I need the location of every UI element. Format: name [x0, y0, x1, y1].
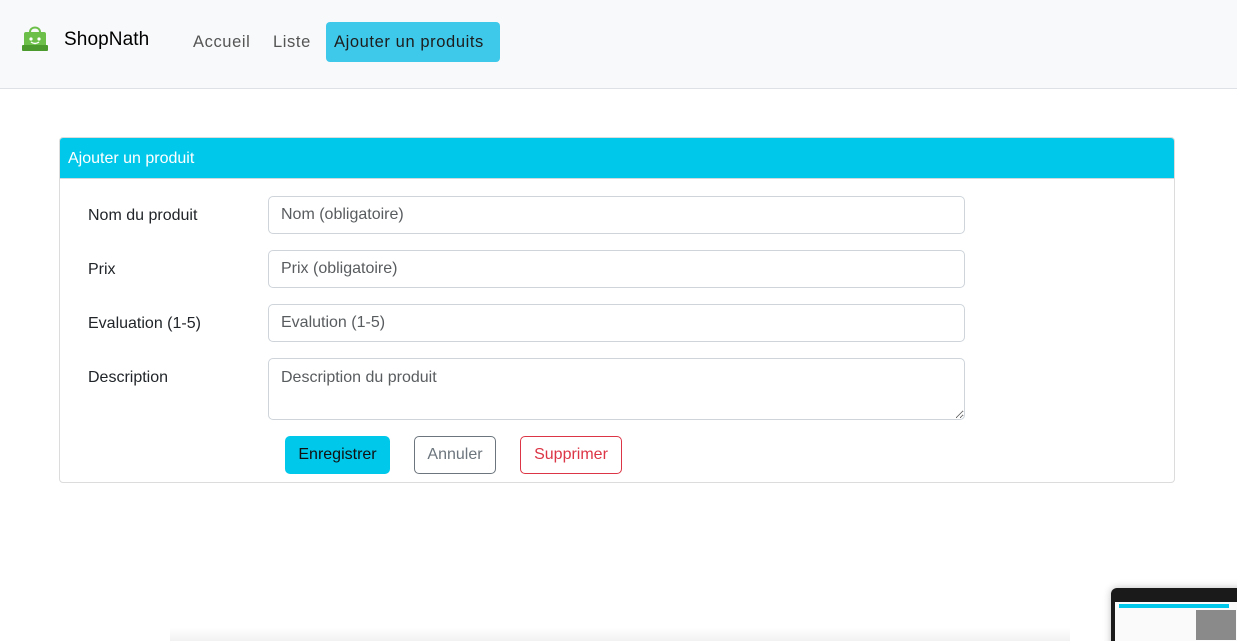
thumbnail-header-bar: [1119, 604, 1229, 608]
price-label: Prix: [88, 261, 116, 278]
product-name-label: Nom du produit: [88, 207, 198, 224]
rating-label: Evaluation (1-5): [88, 315, 201, 332]
delete-button[interactable]: Supprimer: [520, 436, 622, 474]
navbar: ShopNath Accueil Liste Ajouter un produi…: [0, 0, 1237, 89]
nav-link-liste[interactable]: Liste: [265, 22, 319, 62]
nav-link-ajouter-produits[interactable]: Ajouter un produits: [326, 22, 500, 62]
description-textarea[interactable]: [268, 358, 965, 420]
cancel-button[interactable]: Annuler: [414, 436, 496, 474]
price-input[interactable]: [268, 250, 965, 288]
description-label: Description: [88, 369, 169, 386]
shopping-bag-icon[interactable]: [22, 23, 48, 53]
nav-link-accueil[interactable]: Accueil: [185, 22, 258, 62]
save-button[interactable]: Enregistrer: [285, 436, 390, 474]
product-name-input[interactable]: [268, 196, 965, 234]
screenshot-thumbnail[interactable]: [1111, 588, 1237, 641]
brand-name[interactable]: ShopNath: [64, 29, 149, 51]
dock-shadow: [170, 628, 1070, 641]
add-product-card: Ajouter un produit Nom du produit Prix E…: [59, 137, 1175, 483]
thumbnail-image: [1196, 610, 1236, 640]
rating-input[interactable]: [268, 304, 965, 342]
card-title: Ajouter un produit: [60, 138, 1174, 179]
